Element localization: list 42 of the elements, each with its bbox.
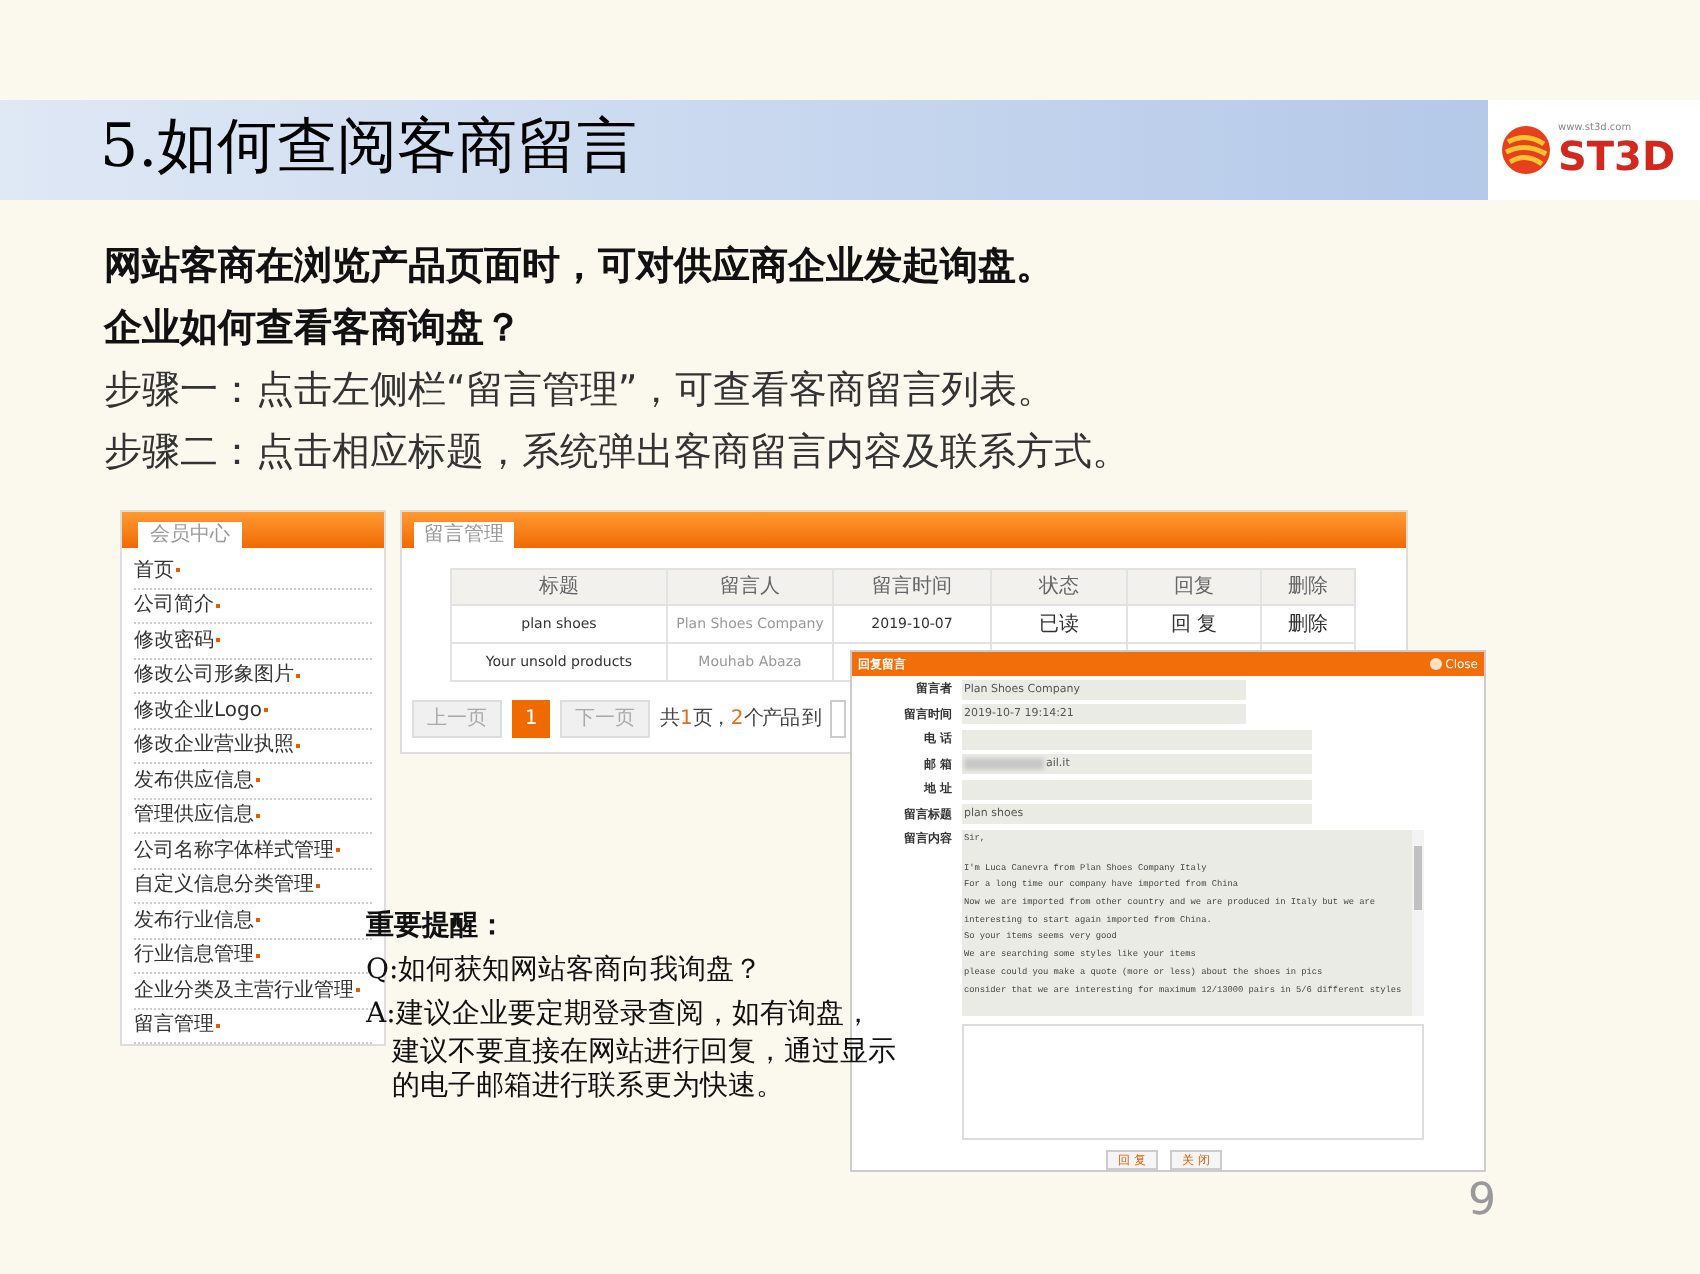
note-line: Q:如何获知网站客商向我询盘？ <box>366 952 765 990</box>
sidebar-item[interactable]: 公司名称字体样式管理 <box>134 834 372 869</box>
sidebar-item[interactable]: 发布供应信息 <box>134 764 372 799</box>
logo-sphere-icon <box>1500 124 1552 176</box>
column-header: 回复 <box>1127 569 1261 605</box>
intro-line: 步骤二：点击相应标题，系统弹出客商留言内容及联系方式。 <box>104 428 1130 478</box>
note-line: 建议不要直接在网站进行回复，通过显示 <box>389 1036 896 1070</box>
column-header: 留言时间 <box>833 569 991 605</box>
sidebar-item[interactable]: 修改公司形象图片 <box>134 659 372 694</box>
reply-textarea[interactable] <box>962 1024 1424 1140</box>
table-cell: 已读 <box>991 605 1127 643</box>
reply-link[interactable]: 回 复 <box>1127 605 1261 643</box>
slide-title: 5.如何查阅客商留言 <box>100 110 638 186</box>
scrollbar-icon <box>1412 830 1424 1016</box>
sidebar-item[interactable]: 修改企业营业执照 <box>134 729 372 764</box>
sidebar-item[interactable]: 管理供应信息 <box>134 799 372 834</box>
intro-line: 步骤一：点击左侧栏“留言管理”，可查看客商留言列表。 <box>104 366 1058 416</box>
column-header: 删除 <box>1261 569 1355 605</box>
note-line: 的电子邮箱进行联系更为快速。 <box>390 1070 786 1104</box>
note-title: 重要提醒： <box>366 908 508 946</box>
note-line: A:建议企业要定期登录查阅，如有询盘， <box>366 996 874 1034</box>
field-input[interactable] <box>962 729 1312 750</box>
blurred-region <box>964 758 1044 771</box>
column-header: 状态 <box>991 569 1127 605</box>
intro-line: 网站客商在浏览产品页面时，可对供应商企业发起询盘。 <box>104 242 1056 292</box>
close-icon <box>1429 658 1442 670</box>
column-header: 留言人 <box>667 569 833 605</box>
sidebar-item[interactable]: 修改密码 <box>134 624 372 659</box>
intro-line: 企业如何查看客商询盘？ <box>104 304 524 354</box>
logo-text: ST3D <box>1558 134 1676 178</box>
delete-link[interactable]: 删除 <box>1261 605 1355 643</box>
page-number: 9 <box>1468 1174 1496 1230</box>
sidebar-item[interactable]: 首页 <box>134 554 372 589</box>
sidebar-item[interactable]: 公司简介 <box>134 589 372 624</box>
page-input[interactable] <box>829 700 846 738</box>
column-header: 标题 <box>451 569 667 605</box>
sidebar-item[interactable]: 自定义信息分类管理 <box>134 869 372 904</box>
page-summary: 共1页，2个产品 到 <box>660 705 820 734</box>
sidebar-item[interactable]: 企业分类及主营行业管理 <box>134 974 372 1009</box>
bullet-icon <box>263 708 268 713</box>
sidebar-item[interactable]: 修改企业Logo <box>134 694 372 729</box>
field-input[interactable] <box>962 779 1312 800</box>
